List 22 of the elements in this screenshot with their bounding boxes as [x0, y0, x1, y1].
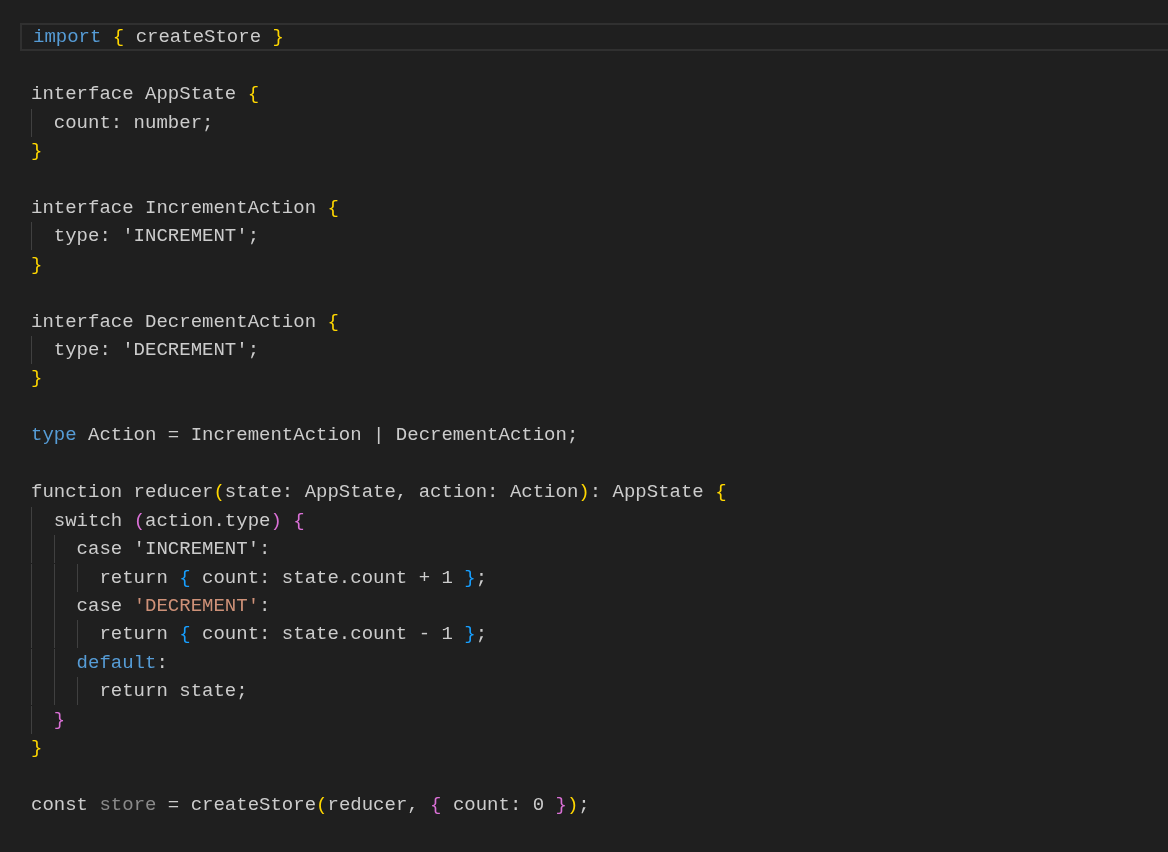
code-line: }: [31, 138, 43, 164]
code-line: const store = createStore(reducer, { count: 0 });: [31, 793, 590, 819]
code-line: return state;: [31, 677, 248, 706]
code-line: type Action = IncrementAction | DecrementAction;: [31, 423, 579, 449]
code-line: interface DecrementAction {: [31, 309, 339, 335]
code-line: return { count: state.count - 1 };: [31, 620, 488, 649]
code-line: function reducer(state: AppState, action: Action): AppState {: [31, 480, 727, 506]
code-line: interface AppState {: [31, 82, 260, 108]
code-line: import { createStore }: [33, 25, 284, 51]
code-line: interface IncrementAction {: [31, 195, 339, 221]
code-line: case 'DECREMENT':: [31, 591, 271, 620]
code-line: switch (action.type) {: [31, 506, 305, 535]
code-line: count: number;: [31, 108, 214, 137]
code-line: }: [31, 736, 43, 762]
code-line: }: [31, 705, 66, 734]
code-line: type: 'DECREMENT';: [31, 336, 260, 365]
code-line: }: [31, 252, 43, 278]
code-line: type: 'INCREMENT';: [31, 222, 260, 251]
code-line: return { count: state.count + 1 };: [31, 563, 488, 592]
code-line: default:: [31, 648, 168, 677]
code-line: }: [31, 366, 43, 392]
code-line: case 'INCREMENT':: [31, 535, 271, 564]
